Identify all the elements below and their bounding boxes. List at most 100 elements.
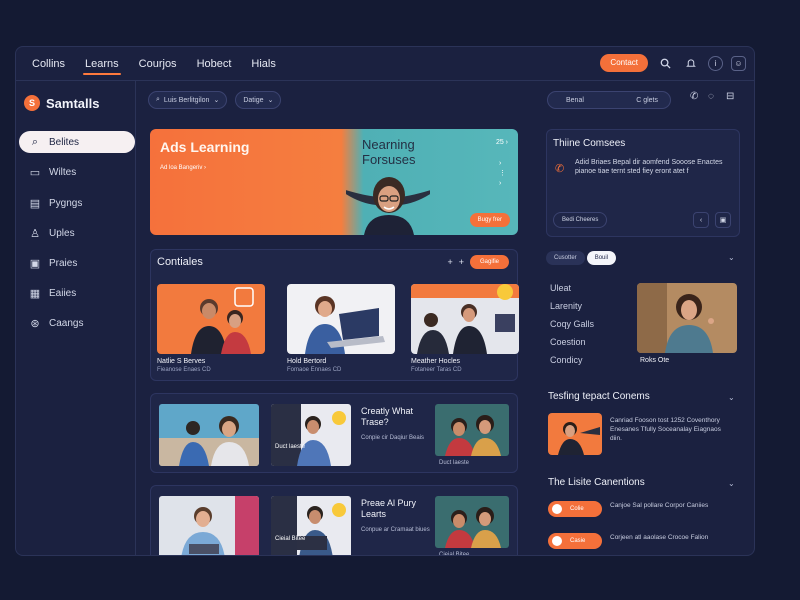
section-heading: Tesfing tepact Conems — [548, 391, 650, 402]
segment-option[interactable]: Cusotter — [546, 251, 585, 265]
section-title: Contiales — [157, 256, 203, 268]
sidebar-item-pygngs[interactable]: ▤ Pygngs — [19, 192, 135, 214]
chevron-down-icon[interactable]: ⌄ — [728, 479, 735, 488]
course-card[interactable]: Hold Bertord Fomaoe Ennaes CD — [287, 284, 395, 373]
course-meta: Fomaoe Ennaes CD — [287, 367, 342, 373]
course-title: Meather Hocles — [411, 358, 461, 365]
tab-courjos[interactable]: Courjos — [135, 47, 181, 81]
add-icon[interactable]: + — [459, 257, 464, 267]
chevron-down-icon: ⌄ — [213, 97, 220, 104]
topic-item[interactable]: Coestion — [550, 337, 586, 347]
course-title: Natlie S Berves — [157, 358, 206, 365]
top-navigation: Collins Learns Courjos Hobect Hials Cont… — [16, 47, 754, 81]
panel-title: Thiine Comsees — [553, 138, 626, 149]
lesson-title: Preae Al Pury Learts — [361, 498, 417, 519]
pill-label: Casie — [570, 538, 586, 544]
bookmark-icon[interactable]: ▣ — [715, 212, 731, 228]
list-item-pill[interactable]: Colie — [548, 501, 602, 517]
course-title: Hold Bertord — [287, 358, 327, 365]
right-search-label: Benal — [566, 96, 584, 104]
sidebar-item-caangs[interactable]: ⊛ Caangs — [19, 312, 135, 334]
sidebar-item-belites[interactable]: ⌕ Belites — [19, 131, 135, 153]
search-icon: ⌕ — [31, 135, 39, 148]
sidebar-item-praies[interactable]: ▣ Praies — [19, 252, 135, 274]
hero-right-title: Nearning Forsuses — [362, 137, 416, 167]
top-actions: Contact i ☺ — [600, 54, 746, 72]
tab-collins[interactable]: Collins — [28, 47, 69, 81]
sidebar-item-eaiies[interactable]: ▦ Eaiies — [19, 282, 135, 304]
course-thumbnail — [411, 284, 519, 354]
section-action-button[interactable]: Gagifie — [469, 255, 509, 269]
course-thumbnail — [287, 284, 395, 354]
sidebar-item-label: Wiltes — [49, 166, 77, 178]
topic-item[interactable]: Uleat — [550, 283, 571, 293]
chat-icon[interactable]: ◌ — [708, 91, 714, 102]
sidebar-item-uples[interactable]: ♙ Uples — [19, 222, 135, 244]
lesson-description: Conpie cir Daqiur Beais — [361, 435, 425, 441]
sidebar-item-label: Uples — [49, 227, 75, 239]
info-icon[interactable]: i — [708, 55, 723, 71]
user-icon[interactable]: ☺ — [731, 55, 746, 71]
section-tools: + + Gagifie — [447, 255, 509, 269]
panel-action-button[interactable]: Bedi Cheeres — [553, 212, 608, 228]
brand-logo-icon: S — [24, 95, 40, 111]
topic-item[interactable]: Coqy Galls — [550, 319, 594, 329]
sidebar-item-label: Praies — [49, 257, 78, 269]
tab-learns[interactable]: Learns — [81, 47, 123, 81]
hero-cta-button[interactable]: Bugy frer — [469, 213, 510, 227]
cards-icon: ▭ — [29, 166, 41, 179]
filter-dropdown-secondary[interactable]: Datige ⌄ — [235, 91, 282, 109]
pill-label: Colie — [570, 506, 584, 512]
course-thumbnail — [157, 284, 265, 354]
avatar — [552, 536, 562, 546]
chart-icon: ▣ — [29, 257, 41, 270]
filter-dropdown-primary[interactable]: ⌕ Luis Berlitgilon ⌄ — [148, 91, 228, 109]
bell-icon[interactable] — [682, 54, 700, 72]
topic-item[interactable]: Larenity — [550, 301, 582, 311]
online-courses-panel: Thiine Comsees ✆ Adid Briaes Bepal dir a… — [546, 129, 740, 237]
search-icon[interactable] — [656, 54, 674, 72]
chevron-down-icon[interactable]: ⌄ — [728, 393, 735, 402]
brand[interactable]: S Samtalls — [24, 95, 99, 111]
hero-subtitle[interactable]: Ad loa Bangeriv › — [160, 165, 206, 171]
list-item-pill[interactable]: Casie — [548, 533, 602, 549]
lesson-description: Conpue ar Cramaat biues — [361, 527, 430, 533]
lesson-thumbnail — [435, 404, 509, 456]
chevron-down-icon: ⌄ — [267, 97, 274, 104]
section-thumbnail[interactable] — [548, 413, 602, 455]
tab-hobect[interactable]: Hobect — [193, 47, 236, 81]
lesson-row[interactable]: Cieial Bitee Preae Al Pury Learts Conpue… — [150, 485, 518, 556]
hero-banner[interactable]: Ads Learning Ad loa Bangeriv › Nearning … — [150, 129, 518, 235]
course-card[interactable]: Natlie S Berves Fieanose Enaes CD — [157, 284, 265, 373]
course-meta: Fotaneer Taras CD — [411, 367, 462, 373]
lesson-thumbnail-caption: Cieial Bitee — [439, 552, 470, 556]
lesson-thumbnail — [271, 404, 351, 466]
hero-pagination[interactable]: › ⋮ › — [499, 159, 506, 189]
search-icon: ⌕ — [156, 96, 160, 103]
hero-person-illustration — [346, 177, 430, 235]
right-search-bar[interactable]: Benal C glets — [547, 91, 671, 109]
share-icon[interactable]: ‹ — [693, 212, 709, 228]
add-icon[interactable]: + — [447, 257, 452, 267]
sidebar-item-label: Belites — [49, 136, 80, 148]
topic-item[interactable]: Condicy — [550, 355, 583, 365]
section-heading: The Lisite Canentions — [548, 477, 645, 488]
course-card[interactable]: Meather Hocles Fotaneer Taras CD — [411, 284, 519, 373]
lesson-row[interactable]: Duct laeste Creatly What Trase? Conpie c… — [150, 393, 518, 473]
course-meta: Fieanose Enaes CD — [157, 367, 211, 373]
hero-title: Ads Learning — [160, 139, 250, 155]
section-description: Canriad Fooson tost 1252 Coventhory Enes… — [610, 417, 721, 442]
segment-option-active[interactable]: Bouil — [586, 251, 617, 265]
hero-counter: 25 › — [495, 139, 508, 146]
chevron-down-icon[interactable]: ⌄ — [728, 253, 735, 262]
featured-instructor-image[interactable] — [637, 283, 737, 353]
tab-hials[interactable]: Hials — [247, 47, 279, 81]
panel-body: Adid Briaes Bepal dir aomfend Sooose Ena… — [575, 159, 723, 175]
contact-button[interactable]: Contact — [600, 54, 648, 72]
phone-icon[interactable]: ✆ — [690, 91, 698, 102]
filter-label: Luis Berlitgilon — [163, 96, 210, 104]
sidebar-item-wiltes[interactable]: ▭ Wiltes — [19, 161, 135, 183]
lesson-thumbnail-caption: Cieial Bitee — [275, 536, 306, 542]
menu-icon[interactable]: ⊟ — [726, 91, 734, 102]
brand-name: Samtalls — [46, 95, 100, 111]
